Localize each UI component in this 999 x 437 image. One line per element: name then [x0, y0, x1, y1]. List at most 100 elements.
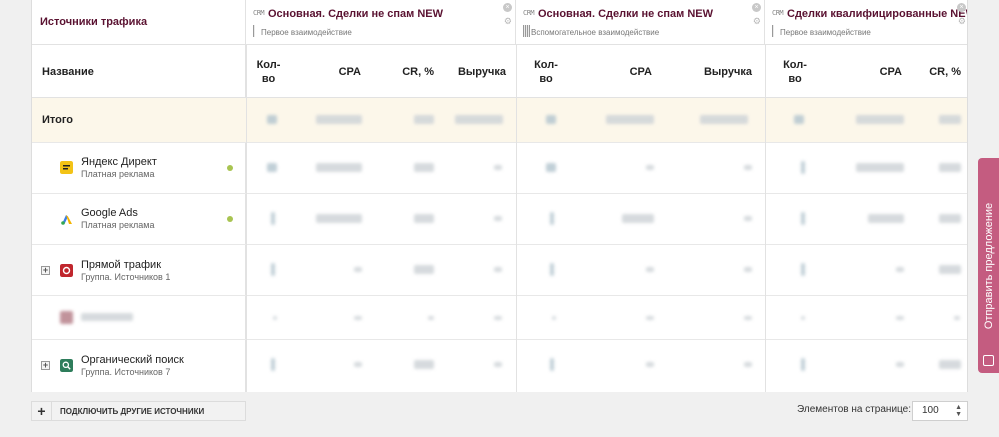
google-ads-icon — [61, 215, 72, 225]
per-page-label: Элементов на странице: — [797, 404, 911, 415]
organic-search-icon — [60, 359, 73, 372]
feedback-icon — [983, 355, 994, 366]
expand-icon[interactable]: + — [41, 361, 50, 370]
expand-icon[interactable]: + — [41, 266, 50, 275]
blurred-value — [744, 216, 752, 221]
blurred-value — [646, 362, 654, 367]
blurred-value — [354, 267, 362, 272]
attribution-bars-icon — [772, 25, 774, 37]
source-type: Группа. Источников 7 — [81, 367, 171, 377]
attribution-bars-icon — [253, 25, 255, 37]
per-page-select[interactable]: 100 ▲ ▼ — [912, 401, 968, 421]
blurred-value — [414, 360, 434, 369]
blurred-value — [316, 214, 362, 223]
blurred-value — [856, 115, 904, 124]
blurred-value — [316, 163, 362, 172]
table-row[interactable]: Google Ads Платная реклама — [32, 194, 967, 245]
blurred-value — [494, 362, 502, 367]
close-icon[interactable]: × — [752, 3, 761, 12]
connect-sources-button[interactable]: + ПОДКЛЮЧИТЬ ДРУГИЕ ИСТОЧНИКИ — [31, 401, 246, 421]
blurred-value — [954, 316, 960, 320]
blurred-value — [267, 163, 277, 172]
crm-icon: CRM — [772, 9, 784, 17]
status-dot — [227, 165, 233, 171]
table-row[interactable] — [32, 296, 967, 340]
blurred-value — [550, 358, 554, 371]
feedback-tab[interactable]: Отправить предложение — [978, 158, 999, 373]
column-divider — [765, 45, 766, 392]
connect-sources-label: ПОДКЛЮЧИТЬ ДРУГИЕ ИСТОЧНИКИ — [60, 406, 205, 416]
blurred-value — [801, 161, 805, 174]
goal-group-title: Сделки квалифицированные NEW — [787, 8, 968, 20]
source-name[interactable]: Google Ads — [81, 207, 138, 219]
source-type: Платная реклама — [81, 169, 155, 179]
blurred-value — [801, 358, 805, 371]
blurred-value — [550, 212, 554, 225]
blurred-value — [414, 163, 434, 172]
total-label: Итого — [42, 114, 74, 126]
blurred-value — [744, 165, 752, 170]
blurred-value — [646, 267, 654, 272]
close-icon[interactable]: × — [957, 3, 966, 12]
blurred-value — [939, 214, 961, 223]
per-page-value: 100 — [922, 405, 939, 416]
blurred-value — [868, 214, 904, 223]
column-cpa[interactable]: CPA — [291, 45, 361, 98]
column-count[interactable]: Кол- во — [246, 45, 291, 98]
feedback-tab-label: Отправить предложение — [982, 202, 995, 329]
blurred-source-icon — [60, 311, 73, 324]
goal-group-2[interactable]: CRM Основная. Сделки не спам NEW Вспомог… — [516, 0, 765, 45]
table-row-group[interactable]: + Органический поиск Группа. Источников … — [32, 340, 967, 392]
source-name[interactable]: Органический поиск — [81, 354, 184, 366]
table-row[interactable]: Яндекс Директ Платная реклама — [32, 143, 967, 194]
blurred-value — [606, 115, 654, 124]
column-divider — [516, 45, 517, 392]
blurred-value — [801, 212, 805, 225]
source-name[interactable]: Прямой трафик — [81, 259, 161, 271]
blurred-value — [896, 316, 904, 320]
blurred-value — [856, 163, 904, 172]
goal-group-3[interactable]: CRM Сделки квалифицированные NEW Первое … — [765, 0, 968, 45]
blurred-value — [794, 115, 804, 124]
blurred-value — [316, 115, 362, 124]
blurred-value — [414, 214, 434, 223]
blurred-value — [939, 360, 961, 369]
report-table: Источники трафика CRM Основная. Сделки н… — [31, 0, 968, 392]
crm-icon: CRM — [523, 9, 535, 17]
table-row-total[interactable]: Итого — [32, 98, 967, 143]
blurred-value — [494, 267, 502, 272]
blurred-value — [494, 216, 502, 221]
column-cpa[interactable]: CPA — [576, 45, 652, 98]
blurred-value — [939, 163, 961, 172]
blurred-value — [273, 316, 277, 320]
blurred-value — [414, 115, 434, 124]
blurred-value — [546, 163, 556, 172]
column-count[interactable]: Кол- во — [765, 45, 825, 98]
gear-icon[interactable]: ⚙ — [753, 17, 761, 26]
blurred-value — [939, 115, 961, 124]
column-cpa[interactable]: CPA — [825, 45, 902, 98]
blurred-value — [546, 115, 556, 124]
goal-group-1[interactable]: CRM Основная. Сделки не спам NEW Первое … — [246, 0, 516, 45]
column-divider — [246, 45, 247, 392]
column-revenue[interactable]: Выручка — [652, 45, 752, 98]
report-screen: Источники трафика CRM Основная. Сделки н… — [0, 0, 999, 437]
source-name[interactable]: Яндекс Директ — [81, 156, 157, 168]
column-cr[interactable]: CR, % — [361, 45, 434, 98]
attribution-bars-icon — [523, 25, 530, 37]
column-name[interactable]: Название — [42, 45, 242, 98]
column-count[interactable]: Кол- во — [516, 45, 576, 98]
blurred-value — [455, 115, 503, 124]
goal-group-subtitle: Первое взаимодействие — [780, 28, 871, 37]
close-icon[interactable]: × — [503, 3, 512, 12]
blurred-value — [271, 263, 275, 276]
blurred-value — [646, 316, 654, 320]
gear-icon[interactable]: ⚙ — [504, 17, 512, 26]
gear-icon[interactable]: ⚙ — [958, 17, 966, 26]
stepper-arrows-icon: ▲ ▼ — [955, 404, 962, 418]
source-type: Платная реклама — [81, 220, 155, 230]
blurred-value — [494, 165, 502, 170]
table-row-group[interactable]: + Прямой трафик Группа. Источников 1 — [32, 245, 967, 296]
column-revenue[interactable]: Выручка — [434, 45, 506, 98]
column-cr[interactable]: CR, % — [902, 45, 961, 98]
